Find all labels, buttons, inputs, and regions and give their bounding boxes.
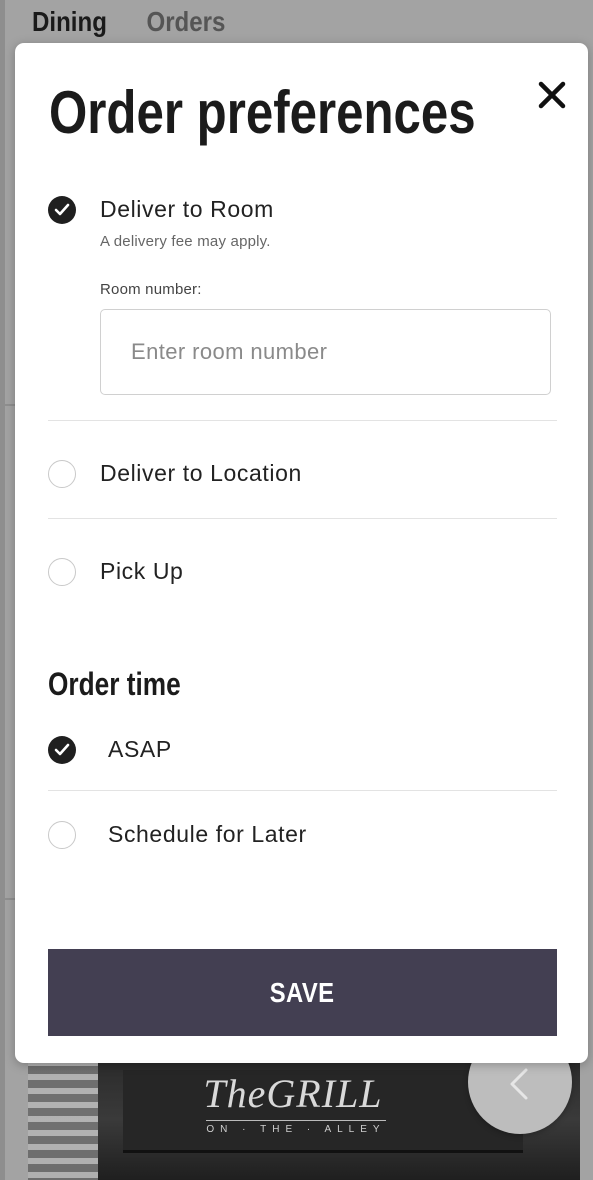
order-time-title: Order time	[48, 666, 181, 702]
room-number-input[interactable]	[100, 309, 551, 395]
restaurant-logo: TheGRILL	[203, 1071, 383, 1116]
option-label: ASAP	[108, 736, 172, 762]
option-label: Deliver to Location	[100, 460, 302, 486]
background-edge	[0, 0, 5, 1180]
radio-unchecked[interactable]	[48, 460, 76, 488]
close-button[interactable]	[535, 78, 569, 112]
option-deliver-to-location[interactable]: Deliver to Location	[48, 460, 558, 490]
checkmark-icon	[54, 743, 70, 756]
radio-unchecked[interactable]	[48, 558, 76, 586]
option-label: Schedule for Later	[108, 821, 307, 847]
restaurant-logo-subtitle: ON · THE · ALLEY	[206, 1120, 386, 1135]
photo-building	[28, 1060, 98, 1180]
divider	[48, 790, 557, 791]
chevron-left-icon	[510, 1068, 528, 1100]
option-asap[interactable]: ASAP	[48, 736, 558, 766]
save-button-label: SAVE	[270, 976, 335, 1008]
delivery-fee-note: A delivery fee may apply.	[100, 233, 271, 250]
tab-dining[interactable]: Dining	[32, 6, 107, 38]
close-icon	[538, 81, 566, 109]
checkmark-icon	[54, 203, 70, 216]
option-deliver-to-room[interactable]: Deliver to Room	[48, 196, 558, 226]
radio-checked[interactable]	[48, 196, 76, 224]
option-label: Deliver to Room	[100, 196, 274, 222]
room-number-label: Room number:	[100, 281, 202, 298]
option-label: Pick Up	[100, 558, 184, 584]
divider	[48, 518, 557, 519]
radio-checked[interactable]	[48, 736, 76, 764]
option-schedule-for-later[interactable]: Schedule for Later	[48, 821, 558, 851]
save-button[interactable]: SAVE	[48, 949, 557, 1036]
tab-orders[interactable]: Orders	[146, 6, 225, 38]
divider	[48, 420, 557, 421]
order-preferences-modal: Order preferences Deliver to Room A deli…	[15, 43, 588, 1063]
option-pick-up[interactable]: Pick Up	[48, 558, 558, 588]
radio-unchecked[interactable]	[48, 821, 76, 849]
background-tabs: Dining Orders	[32, 6, 225, 38]
modal-title: Order preferences	[49, 79, 476, 146]
